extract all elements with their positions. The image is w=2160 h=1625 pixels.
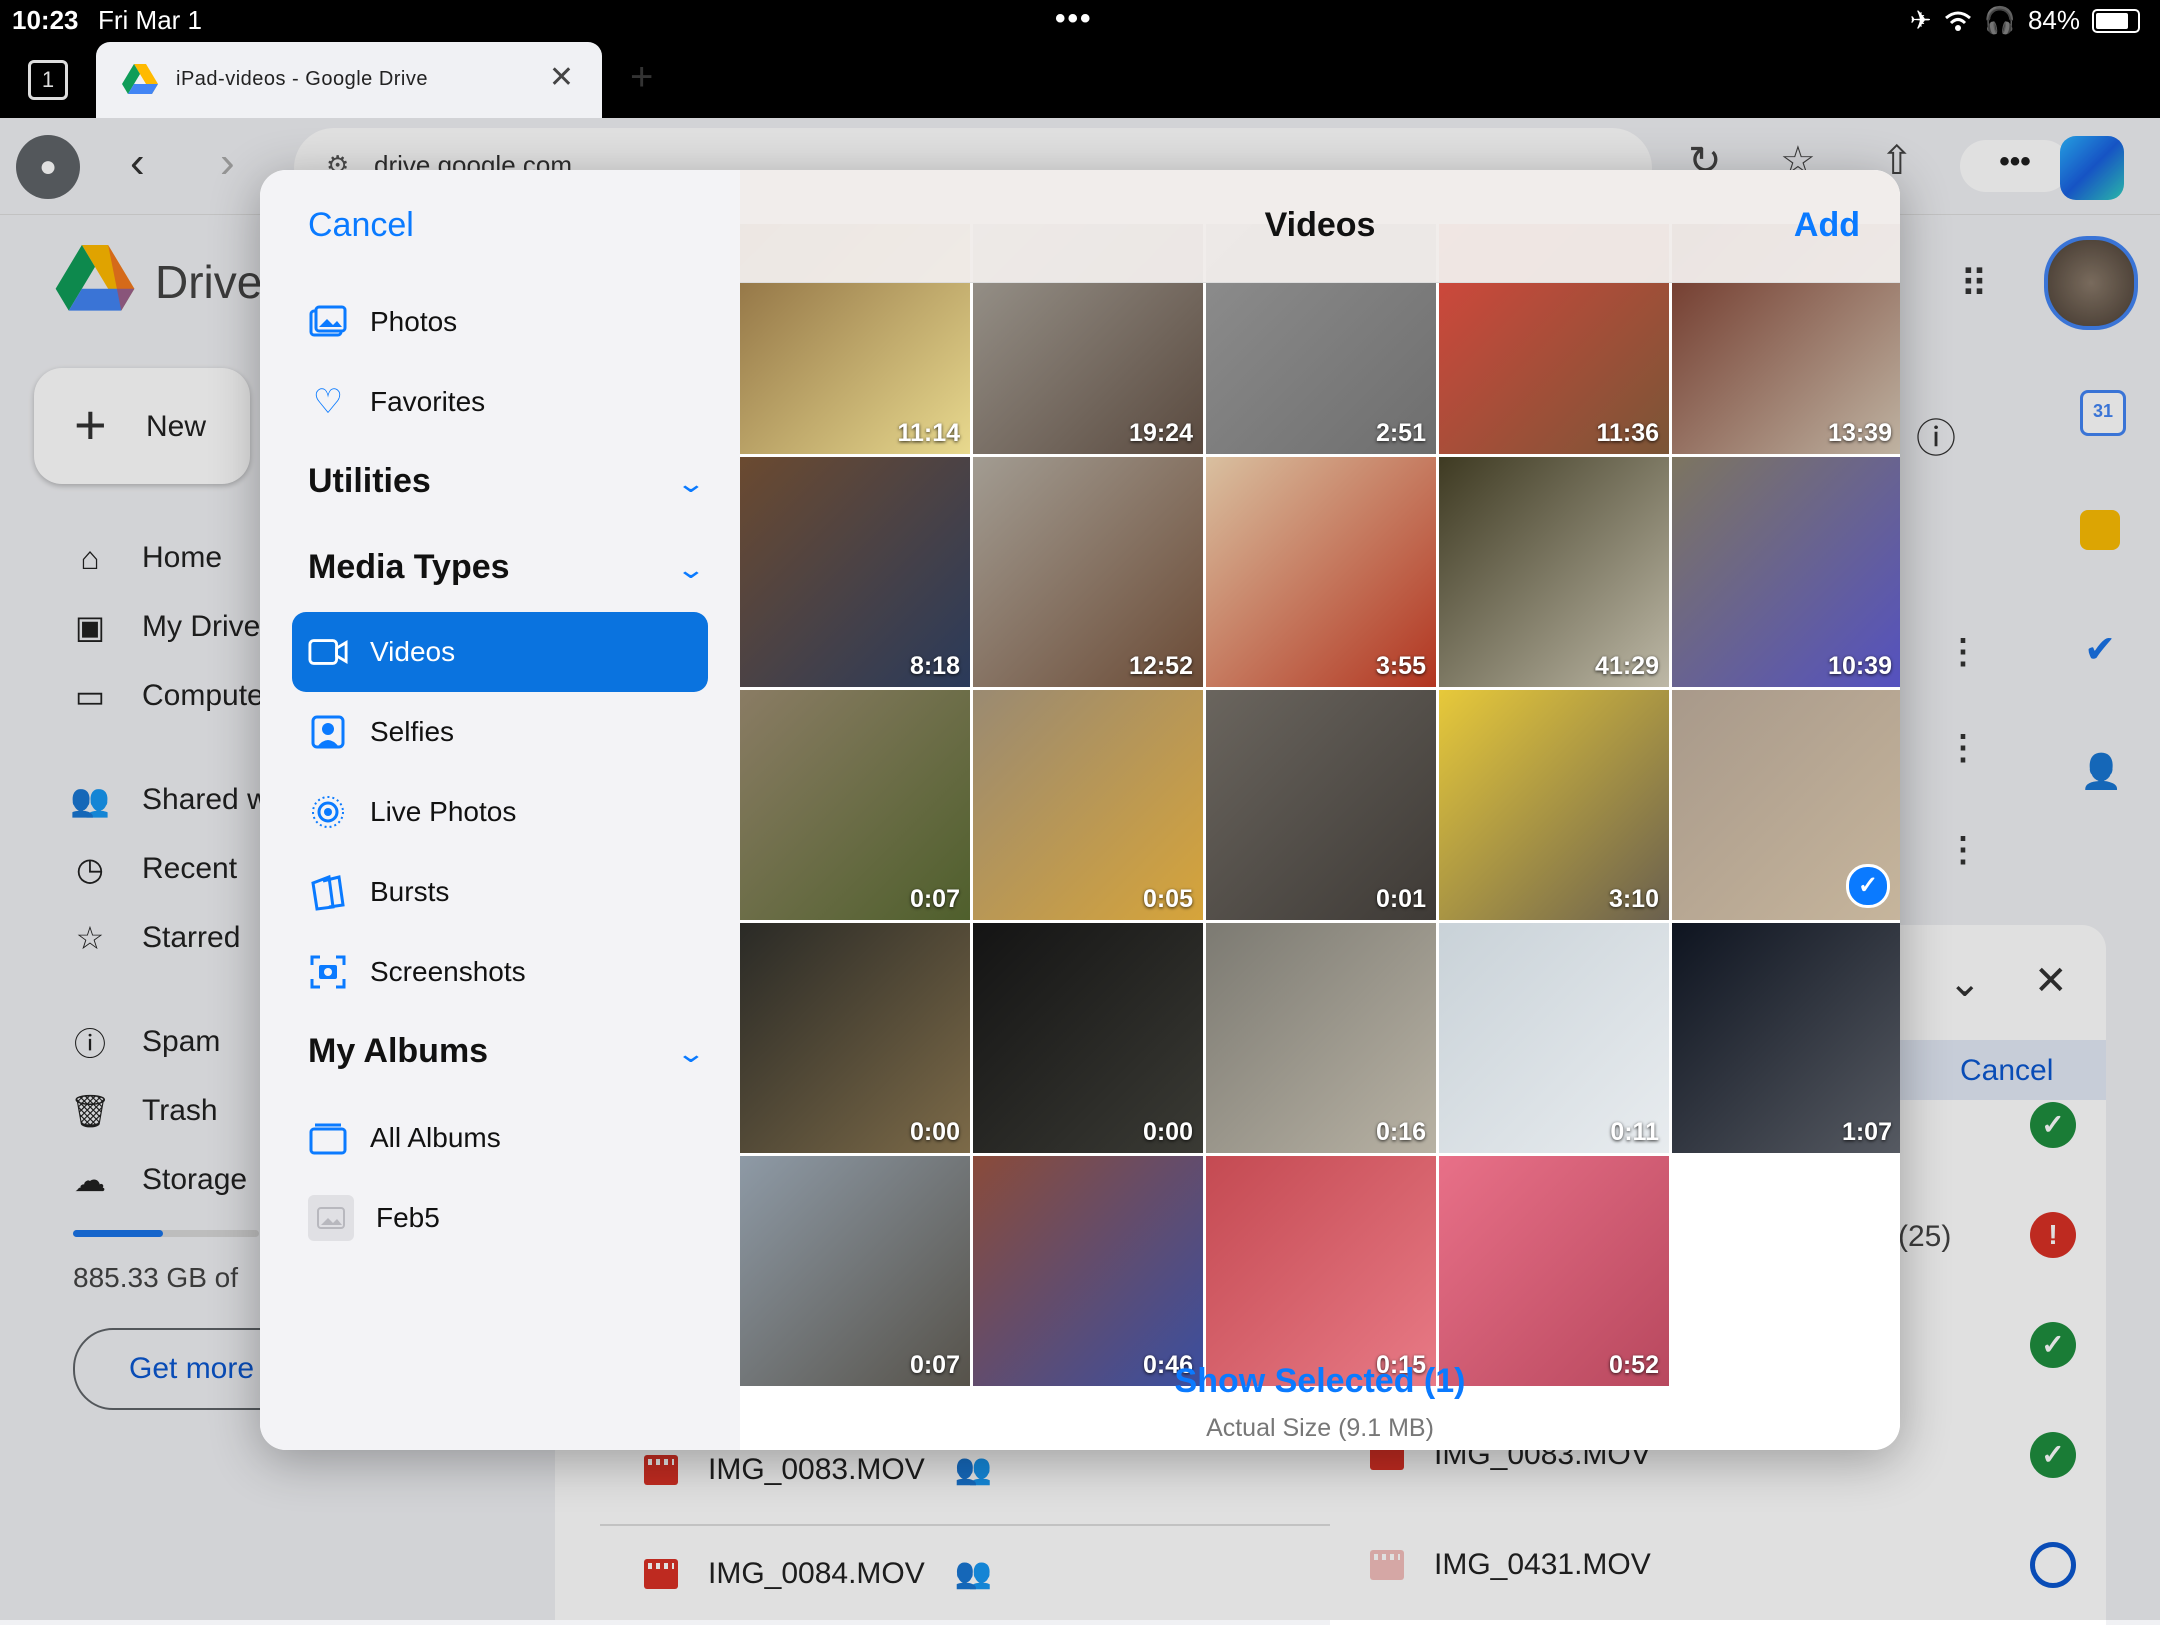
video-duration: 8:18 [909, 652, 960, 680]
video-thumbnail[interactable]: 1:07 [1672, 923, 1900, 1153]
video-duration: 3:55 [1375, 652, 1426, 680]
sidebar-item-label: Bursts [370, 876, 450, 907]
video-thumbnail[interactable]: 0:15 [1206, 1156, 1436, 1386]
video-duration: 0:16 [1375, 1118, 1426, 1146]
sidebar-item-label: Selfies [370, 716, 455, 747]
video-icon [308, 632, 348, 672]
video-thumbnail[interactable]: 3:55 [1206, 457, 1436, 687]
sidebar-item-videos[interactable]: Videos [308, 622, 698, 682]
video-thumbnail[interactable]: 10:39 [1672, 457, 1900, 687]
tab-count-button[interactable]: 1 [28, 60, 68, 100]
video-thumbnail[interactable]: 0:05 [973, 690, 1203, 920]
actual-size-text: Actual Size (9.1 MB) [1206, 1414, 1434, 1442]
video-duration: 12:52 [1129, 652, 1193, 680]
screenshot-icon [308, 952, 348, 992]
video-thumbnail[interactable]: ✓ [1672, 690, 1900, 920]
picker-cancel-button[interactable]: Cancel [308, 206, 414, 245]
video-duration: 0:00 [909, 1118, 960, 1146]
show-selected-button[interactable]: Show Selected (1) [740, 1362, 1900, 1401]
sidebar-item-photos[interactable]: Photos [308, 292, 698, 352]
video-thumbnail[interactable]: 0:52 [1439, 1156, 1669, 1386]
battery-icon [2092, 8, 2140, 33]
video-grid: 11:14 19:24 2:51 11:36 13:39 8:18 12:52 3:55 41:… [740, 224, 1900, 1386]
video-duration: 10:39 [1828, 652, 1892, 680]
video-thumbnail[interactable]: 8:18 [740, 457, 970, 687]
browser-tab[interactable]: iPad-videos - Google Drive ✕ [96, 42, 602, 118]
sidebar-item-label: Live Photos [370, 796, 517, 827]
video-duration: 19:24 [1129, 419, 1193, 447]
airplane-icon: ✈ [1909, 5, 1932, 35]
heart-icon: ♡ [312, 383, 344, 421]
selfie-icon [308, 712, 348, 752]
video-duration: 0:07 [909, 885, 960, 913]
battery-percent: 84% [2027, 5, 2080, 35]
sidebar-item-screenshots[interactable]: Screenshots [308, 942, 698, 1002]
utilities-header[interactable]: Utilities [308, 462, 431, 501]
my-albums-header[interactable]: My Albums [308, 1032, 488, 1071]
status-time: 10:23 [12, 5, 79, 35]
video-duration: 13:39 [1828, 419, 1892, 447]
video-duration: 11:14 [897, 419, 960, 447]
video-thumbnail[interactable]: 0:16 [1206, 923, 1436, 1153]
headphones-icon: 🎧 [1983, 5, 2016, 35]
video-thumbnail[interactable]: 0:11 [1439, 923, 1669, 1153]
video-thumbnail[interactable]: 0:46 [973, 1156, 1203, 1386]
chevron-down-icon[interactable]: ⌄ [676, 554, 707, 585]
multitasking-dots-icon[interactable]: ••• [1055, 2, 1093, 36]
video-thumbnail[interactable]: 0:01 [1206, 690, 1436, 920]
status-date: Fri Mar 1 [98, 5, 202, 35]
add-button[interactable]: Add [1794, 206, 1860, 245]
video-duration: 41:29 [1595, 652, 1659, 680]
video-duration: 0:01 [1375, 885, 1426, 913]
tab-title: iPad-videos - Google Drive [176, 68, 428, 90]
sidebar-item-label: Videos [370, 636, 456, 667]
video-duration: 2:51 [1375, 419, 1426, 447]
albums-icon [308, 1118, 348, 1158]
bursts-icon [308, 872, 348, 912]
picker-sidebar: Cancel Photos ♡ Favorites Utilities ⌄ Me… [260, 170, 740, 1450]
sidebar-item-label: All Albums [370, 1122, 501, 1153]
sidebar-item-label: Favorites [370, 386, 486, 417]
album-thumb-icon [308, 1195, 354, 1241]
sidebar-item-label: Screenshots [370, 956, 526, 987]
chevron-down-icon[interactable]: ⌄ [676, 1038, 707, 1069]
media-types-header[interactable]: Media Types [308, 548, 510, 587]
video-duration: 1:07 [1841, 1118, 1892, 1146]
video-thumbnail[interactable]: 0:00 [740, 923, 970, 1153]
sidebar-item-feb5[interactable]: Feb5 [308, 1188, 698, 1248]
video-thumbnail[interactable]: 12:52 [973, 457, 1203, 687]
video-thumbnail[interactable]: 0:07 [740, 1156, 970, 1386]
sidebar-item-bursts[interactable]: Bursts [308, 862, 698, 922]
video-duration: 0:05 [1142, 885, 1193, 913]
wifi-icon [1944, 11, 1971, 31]
video-duration: 0:11 [1610, 1118, 1659, 1146]
picker-title: Videos [1264, 206, 1376, 244]
video-duration: 0:00 [1142, 1118, 1193, 1146]
video-thumbnail[interactable]: 0:07 [740, 690, 970, 920]
video-thumbnail[interactable]: 41:29 [1439, 457, 1669, 687]
photo-picker-modal: Cancel Photos ♡ Favorites Utilities ⌄ Me… [260, 170, 1900, 1450]
live-photo-icon [308, 792, 348, 832]
video-thumbnail[interactable]: 0:00 [973, 923, 1203, 1153]
google-drive-favicon-icon [122, 64, 158, 94]
picker-header: Videos Add [740, 170, 1900, 283]
sidebar-item-label: Photos [370, 306, 458, 337]
selected-checkmark-icon: ✓ [1846, 864, 1890, 908]
photos-icon [308, 302, 348, 342]
sidebar-item-live-photos[interactable]: Live Photos [308, 782, 698, 842]
status-bar: 10:23 Fri Mar 1 ••• ✈ 🎧 84% [0, 0, 2160, 40]
video-grid-area: Videos Add 11:14 19:24 2:51 11:36 13:39 8:18 1… [740, 170, 1900, 1450]
video-duration: 3:10 [1608, 885, 1659, 913]
close-tab-icon[interactable]: ✕ [549, 60, 574, 95]
sidebar-item-all-albums[interactable]: All Albums [308, 1108, 698, 1168]
sidebar-item-label: Feb5 [376, 1202, 440, 1233]
status-right: ✈ 🎧 84% [1910, 5, 2140, 36]
video-thumbnail[interactable]: 3:10 [1439, 690, 1669, 920]
chevron-down-icon[interactable]: ⌄ [676, 468, 707, 499]
new-tab-icon[interactable]: + [630, 55, 653, 100]
sidebar-item-selfies[interactable]: Selfies [308, 702, 698, 762]
video-duration: 11:36 [1596, 419, 1659, 447]
sidebar-item-favorites[interactable]: ♡ Favorites [308, 372, 698, 432]
